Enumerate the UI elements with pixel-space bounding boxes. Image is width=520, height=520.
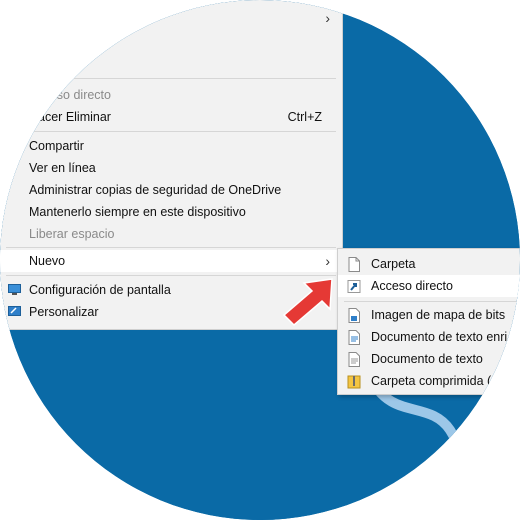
menu-item-label: Ver en línea [29,161,96,175]
menu-item-label: Liberar espacio [29,227,115,241]
menu-separator [344,301,520,302]
chevron-right-icon[interactable]: › [325,10,330,26]
menu-item-label: Administrar copias de seguridad de OneDr… [29,183,282,197]
menu-item-view-online[interactable]: Ver en línea [0,157,342,179]
menu-item-label: Compartir [29,139,84,153]
rich-text-document-icon [348,330,360,345]
menu-item-new[interactable]: Nuevo › [0,250,342,272]
zip-folder-icon [347,375,361,389]
bitmap-image-icon [348,308,360,323]
menu-item-undo-delete[interactable]: Hacer Eliminar Ctrl+Z [0,106,342,128]
menu-item-label: Configuración de pantalla [29,283,171,297]
menu-item-label: Mantenerlo siempre en este dispositivo [29,205,246,219]
new-submenu: Carpeta Acceso directo Imagen de mapa de… [337,248,520,395]
menu-item-label: Acceso directo [29,88,111,102]
shortcut-icon [347,280,361,293]
submenu-item-label: Documento de texto [371,352,483,366]
menu-item-always-keep-on-device[interactable]: Mantenerlo siempre en este dispositivo [0,201,342,223]
menu-item-label: Nuevo [29,254,66,268]
submenu-item-rich-text[interactable]: Documento de texto enri [338,326,520,348]
submenu-item-label: Documento de texto enri [371,330,508,344]
submenu-item-bitmap[interactable]: Imagen de mapa de bits [338,304,520,326]
menu-separator [6,78,336,79]
shortcut-text: Ctrl+Z [287,110,322,124]
menu-item-label: Hacer Eliminar [29,110,111,124]
menu-item-share[interactable]: Compartir [0,135,342,157]
submenu-item-shortcut[interactable]: Acceso directo [338,275,520,297]
personalize-icon [8,306,21,316]
submenu-item-label: Carpeta [371,257,416,271]
submenu-item-folder[interactable]: Carpeta [338,253,520,275]
submenu-item-label: Carpeta comprimida ( [371,374,492,388]
chevron-right-icon: › [325,253,330,269]
text-document-icon [348,352,360,367]
menu-item-label: Personalizar [29,305,99,319]
submenu-item-label: Acceso directo [371,279,453,293]
menu-item-manage-onedrive-backup[interactable]: Administrar copias de seguridad de OneDr… [0,179,342,201]
menu-item-undo-shortcut[interactable]: Acceso directo [0,84,342,106]
menu-item-free-up-space[interactable]: Liberar espacio [0,223,342,245]
red-arrow-annotation [282,278,333,327]
menu-separator [6,275,336,276]
folder-file-icon [348,257,360,272]
screenshot-viewport: › Acceso directo Hacer Eliminar Ctrl+Z C… [0,0,520,520]
menu-separator [6,131,336,132]
display-settings-icon [8,284,21,295]
submenu-item-compressed-folder[interactable]: Carpeta comprimida ( [338,370,520,392]
submenu-item-label: Imagen de mapa de bits [371,308,506,322]
menu-separator [6,247,336,248]
submenu-item-text-document[interactable]: Documento de texto [338,348,520,370]
